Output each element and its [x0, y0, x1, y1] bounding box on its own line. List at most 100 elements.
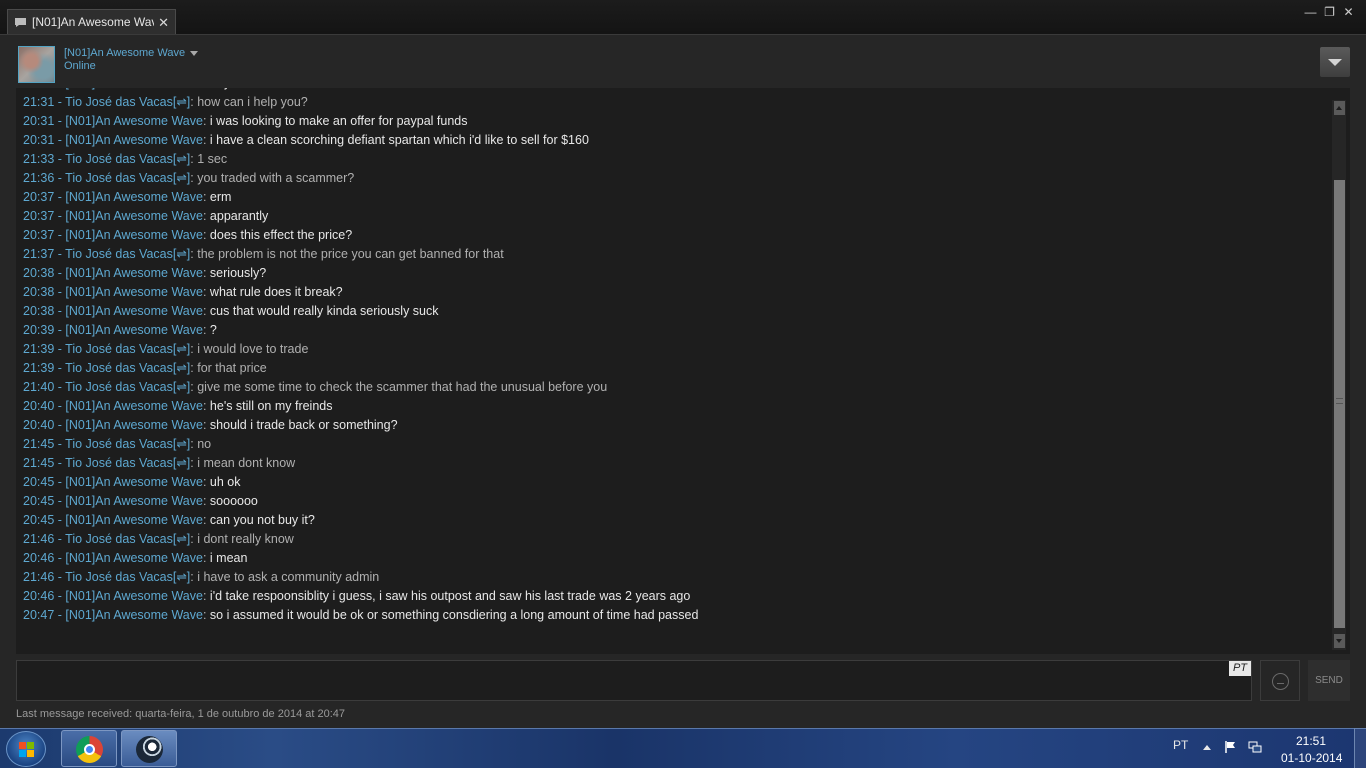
emoticon-button[interactable] — [1260, 660, 1300, 701]
message-text: soooooo — [209, 494, 258, 508]
chat-message: 21:40 - Tio José das Vacas[⇌]: give me s… — [23, 380, 608, 394]
chat-log: 20:31 - [N01]An Awesome Wave: hey!21:31 … — [16, 88, 1350, 654]
message-sender[interactable]: 21:31 - Tio José das Vacas[⇌] — [23, 95, 190, 109]
avatar[interactable] — [18, 46, 55, 83]
message-sender[interactable]: 21:33 - Tio José das Vacas[⇌] — [23, 152, 190, 166]
message-sender[interactable]: 20:31 - [N01]An Awesome Wave — [23, 133, 203, 147]
scroll-thumb[interactable] — [1334, 180, 1345, 628]
tray-language[interactable]: PT — [1173, 738, 1188, 752]
message-sender[interactable]: 20:38 - [N01]An Awesome Wave — [23, 285, 203, 299]
chrome-icon — [76, 736, 103, 763]
action-center-flag-icon[interactable] — [1224, 740, 1238, 754]
message-sender[interactable]: 20:38 - [N01]An Awesome Wave — [23, 266, 203, 280]
message-sender[interactable]: 20:45 - [N01]An Awesome Wave — [23, 513, 203, 527]
show-desktop-button[interactable] — [1354, 728, 1366, 768]
windows-logo-icon — [19, 742, 35, 758]
message-sender[interactable]: 20:39 - [N01]An Awesome Wave — [23, 323, 203, 337]
start-button[interactable] — [6, 731, 46, 767]
message-text: i mean — [209, 551, 248, 565]
chat-message: 21:33 - Tio José das Vacas[⇌]: 1 sec — [23, 152, 228, 166]
chat-message: 20:37 - [N01]An Awesome Wave: does this … — [23, 228, 353, 242]
chat-tab[interactable]: [N01]An Awesome Wave ✕ — [7, 9, 176, 34]
message-text: seriously? — [209, 266, 267, 280]
chat-message: 21:36 - Tio José das Vacas[⇌]: you trade… — [23, 171, 355, 185]
input-language-badge: PT — [1229, 661, 1251, 676]
chat-message: 20:45 - [N01]An Awesome Wave: uh ok — [23, 475, 241, 489]
message-sender[interactable]: 20:37 - [N01]An Awesome Wave — [23, 209, 203, 223]
message-sender[interactable]: 21:45 - Tio José das Vacas[⇌] — [23, 456, 190, 470]
message-sender[interactable]: 21:46 - Tio José das Vacas[⇌] — [23, 570, 190, 584]
message-sender[interactable]: 21:37 - Tio José das Vacas[⇌] — [23, 247, 190, 261]
message-text: erm — [209, 190, 232, 204]
message-text: does this effect the price? — [209, 228, 353, 242]
message-sender[interactable]: 21:39 - Tio José das Vacas[⇌] — [23, 361, 190, 375]
message-sender[interactable]: 21:39 - Tio José das Vacas[⇌] — [23, 342, 190, 356]
chat-message: 20:40 - [N01]An Awesome Wave: should i t… — [23, 418, 398, 432]
user-name-dropdown[interactable]: [N01]An Awesome Wave — [64, 47, 199, 59]
show-hidden-icons-icon[interactable] — [1203, 745, 1211, 750]
chat-message: 20:46 - [N01]An Awesome Wave: i'd take r… — [23, 589, 691, 603]
message-list: 20:31 - [N01]An Awesome Wave: hey!21:31 … — [23, 88, 698, 625]
taskbar — [0, 728, 1366, 768]
window-controls: — ❐ ✕ — [1301, 4, 1358, 20]
message-text: how can i help you? — [197, 95, 308, 109]
message-sender[interactable]: 21:40 - Tio José das Vacas[⇌] — [23, 380, 190, 394]
message-input[interactable] — [16, 660, 1252, 701]
send-button[interactable]: SEND — [1308, 660, 1350, 701]
chat-bubble-icon — [15, 17, 26, 27]
last-message-status: Last message received: quarta-feira, 1 d… — [16, 708, 345, 720]
close-window-button[interactable]: ✕ — [1339, 4, 1358, 20]
tab-bar: [N01]An Awesome Wave ✕ — ❐ ✕ — [0, 0, 1366, 34]
message-sender[interactable]: 20:37 - [N01]An Awesome Wave — [23, 190, 203, 204]
taskbar-steam-button[interactable] — [121, 730, 177, 767]
user-name: [N01]An Awesome Wave — [64, 47, 186, 59]
message-text: i'd take respoonsiblity i guess, i saw h… — [209, 589, 691, 603]
emoticon-icon — [1272, 673, 1289, 690]
chat-scrollbar[interactable] — [1332, 100, 1346, 650]
message-sender[interactable]: 20:31 - [N01]An Awesome Wave — [23, 88, 203, 90]
message-text: i have a clean scorching defiant spartan… — [209, 133, 589, 147]
scroll-down-button[interactable] — [1334, 634, 1345, 648]
message-sender[interactable]: 20:46 - [N01]An Awesome Wave — [23, 589, 203, 603]
chevron-down-icon — [1328, 59, 1342, 66]
taskbar-chrome-button[interactable] — [61, 730, 117, 767]
message-sender[interactable]: 20:40 - [N01]An Awesome Wave — [23, 399, 203, 413]
message-sender[interactable]: 20:38 - [N01]An Awesome Wave — [23, 304, 203, 318]
clock-time[interactable]: 21:51 — [1296, 734, 1326, 748]
message-text: the problem is not the price you can get… — [197, 247, 504, 261]
scroll-up-button[interactable] — [1334, 101, 1345, 115]
message-text: i would love to trade — [197, 342, 309, 356]
message-text: ? — [209, 323, 217, 337]
clock-date[interactable]: 01-10-2014 — [1281, 751, 1342, 765]
chat-message: 21:31 - Tio José das Vacas[⇌]: how can i… — [23, 95, 308, 109]
message-text: what rule does it break? — [209, 285, 343, 299]
chat-message: 20:40 - [N01]An Awesome Wave: he's still… — [23, 399, 333, 413]
close-tab-icon[interactable]: ✕ — [158, 16, 169, 29]
chat-message: 20:37 - [N01]An Awesome Wave: apparantly — [23, 209, 269, 223]
message-sender[interactable]: 20:47 - [N01]An Awesome Wave — [23, 608, 203, 622]
message-sender[interactable]: 21:45 - Tio José das Vacas[⇌] — [23, 437, 190, 451]
message-sender[interactable]: 20:45 - [N01]An Awesome Wave — [23, 475, 203, 489]
minimize-button[interactable]: — — [1301, 4, 1320, 20]
message-sender[interactable]: 21:46 - Tio José das Vacas[⇌] — [23, 532, 190, 546]
grip-icon — [1336, 398, 1343, 404]
message-text: you traded with a scammer? — [197, 171, 355, 185]
message-text: he's still on my freinds — [209, 399, 333, 413]
chat-message: 20:45 - [N01]An Awesome Wave: can you no… — [23, 513, 315, 527]
restore-button[interactable]: ❐ — [1320, 4, 1339, 20]
message-text: i dont really know — [197, 532, 294, 546]
chat-header: [N01]An Awesome Wave Online — [0, 34, 1366, 88]
message-sender[interactable]: 21:36 - Tio José das Vacas[⇌] — [23, 171, 190, 185]
network-icon[interactable] — [1248, 740, 1262, 754]
message-sender[interactable]: 20:31 - [N01]An Awesome Wave — [23, 114, 203, 128]
message-sender[interactable]: 20:45 - [N01]An Awesome Wave — [23, 494, 203, 508]
chat-message: 21:45 - Tio José das Vacas[⇌]: no — [23, 437, 212, 451]
chat-message: 20:31 - [N01]An Awesome Wave: i have a c… — [23, 133, 589, 147]
message-text: no — [197, 437, 212, 451]
message-sender[interactable]: 20:46 - [N01]An Awesome Wave — [23, 551, 203, 565]
message-text: for that price — [197, 361, 267, 375]
chat-message: 21:37 - Tio José das Vacas[⇌]: the probl… — [23, 247, 504, 261]
chat-options-button[interactable] — [1320, 47, 1350, 77]
message-sender[interactable]: 20:37 - [N01]An Awesome Wave — [23, 228, 203, 242]
message-sender[interactable]: 20:40 - [N01]An Awesome Wave — [23, 418, 203, 432]
